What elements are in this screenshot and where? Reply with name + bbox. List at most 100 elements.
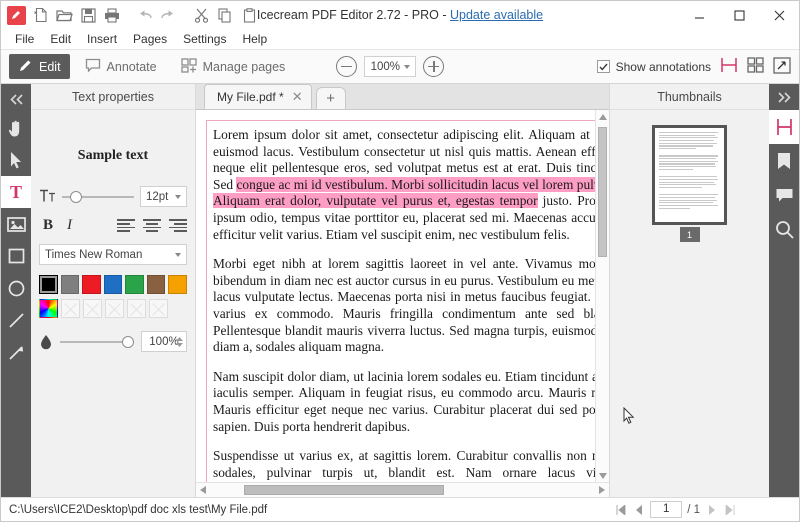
scroll-left-arrow[interactable]	[196, 486, 210, 494]
pdf-text-block[interactable]: Lorem ipsum dolor sit amet, consectetur …	[206, 120, 595, 482]
bookmark-icon[interactable]	[769, 144, 799, 178]
color-swatch-black[interactable]	[39, 275, 58, 294]
hand-tool-button[interactable]	[1, 112, 31, 144]
show-annotations-checkbox[interactable]	[596, 60, 610, 73]
print-icon[interactable]	[101, 4, 123, 26]
horizontal-scrollbar[interactable]	[196, 482, 609, 497]
opacity-slider[interactable]	[60, 335, 134, 349]
color-swatch-blue[interactable]	[103, 275, 123, 294]
zoom-out-button[interactable]	[336, 56, 358, 77]
font-size-slider[interactable]	[62, 190, 134, 204]
pages-panel-icon[interactable]	[769, 110, 799, 144]
collapse-left-panel-button[interactable]	[1, 86, 31, 112]
font-size-value: 12pt	[146, 190, 169, 203]
scroll-right-arrow[interactable]	[595, 486, 609, 494]
new-tab-button[interactable]: +	[315, 87, 346, 109]
vertical-scroll-thumb[interactable]	[598, 127, 607, 257]
opacity-value-input[interactable]: 100%	[141, 331, 187, 352]
line-tool-button[interactable]	[1, 304, 31, 336]
color-swatch-orange[interactable]	[168, 275, 188, 294]
left-tool-rail: T	[1, 84, 31, 497]
close-button[interactable]	[759, 1, 799, 29]
open-folder-icon[interactable]	[53, 4, 75, 26]
update-available-link[interactable]: Update available	[450, 8, 543, 22]
menu-file[interactable]: File	[7, 30, 42, 48]
menu-help[interactable]: Help	[234, 30, 275, 48]
text-tool-button[interactable]: T	[1, 176, 31, 208]
color-swatch-gray[interactable]	[60, 275, 80, 294]
search-icon[interactable]	[769, 212, 799, 246]
grid-view-icon[interactable]	[747, 57, 764, 76]
cut-icon[interactable]	[190, 4, 212, 26]
align-center-icon[interactable]	[143, 219, 161, 233]
italic-button[interactable]: I	[67, 217, 72, 234]
image-tool-button[interactable]	[1, 208, 31, 240]
font-family-select[interactable]: Times New Roman	[39, 244, 187, 265]
next-page-button[interactable]	[705, 503, 718, 517]
thumbnail-page-1[interactable]	[652, 125, 727, 225]
ellipse-tool-button[interactable]	[1, 272, 31, 304]
menu-edit[interactable]: Edit	[42, 30, 79, 48]
last-page-button[interactable]	[723, 503, 736, 517]
custom-color-slot[interactable]	[105, 299, 124, 318]
scroll-down-arrow[interactable]	[596, 469, 609, 482]
maximize-button[interactable]	[719, 1, 759, 29]
undo-icon[interactable]	[133, 4, 155, 26]
zoom-level-value: 100%	[370, 60, 400, 73]
current-page-input[interactable]: 1	[650, 501, 683, 518]
main-toolbar: Edit Annotate Manage pages 100% Show ann…	[1, 49, 799, 84]
mode-annotate-button[interactable]: Annotate	[76, 54, 166, 79]
custom-color-slot[interactable]	[83, 299, 102, 318]
mode-manage-pages-button[interactable]: Manage pages	[172, 54, 295, 79]
rectangle-tool-button[interactable]	[1, 240, 31, 272]
color-swatch-green[interactable]	[125, 275, 144, 294]
vertical-scrollbar[interactable]	[595, 110, 609, 482]
new-file-icon[interactable]	[29, 4, 51, 26]
thumbnail-list: 1	[610, 110, 769, 497]
show-annotations-toggle[interactable]: Show annotations	[596, 60, 711, 74]
color-swatch-red[interactable]	[82, 275, 101, 294]
status-bar: C:\Users\ICE2\Desktop\pdf doc xls test\M…	[1, 497, 799, 521]
bold-button[interactable]: B	[43, 217, 53, 234]
minimize-button[interactable]	[679, 1, 719, 29]
close-icon[interactable]: ✕	[292, 89, 303, 105]
color-swatch-brown[interactable]	[146, 275, 166, 294]
menu-settings[interactable]: Settings	[175, 30, 234, 48]
custom-color-slot[interactable]	[149, 299, 168, 318]
align-left-icon[interactable]	[117, 219, 135, 233]
horizontal-scroll-thumb[interactable]	[244, 485, 444, 495]
page-navigation: 1 / 1	[614, 501, 791, 518]
paste-icon[interactable]	[238, 4, 260, 26]
file-path-label: C:\Users\ICE2\Desktop\pdf doc xls test\M…	[9, 503, 268, 516]
menu-pages[interactable]: Pages	[125, 30, 175, 48]
first-page-button[interactable]	[614, 503, 627, 517]
scroll-up-arrow[interactable]	[596, 110, 609, 123]
single-page-view-icon[interactable]	[720, 57, 738, 76]
opacity-stepper[interactable]	[176, 336, 183, 347]
redo-icon[interactable]	[157, 4, 179, 26]
collapse-right-panel-button[interactable]	[769, 84, 799, 110]
thumbnails-panel: Thumbnails 1	[609, 84, 769, 497]
save-icon[interactable]	[77, 4, 99, 26]
arrow-tool-button[interactable]	[1, 336, 31, 368]
custom-color-slot[interactable]	[61, 299, 80, 318]
custom-color-slot[interactable]	[127, 299, 146, 318]
tab-my-file-pdf[interactable]: My File.pdf * ✕	[204, 84, 312, 109]
comment-icon[interactable]	[769, 178, 799, 212]
select-tool-button[interactable]	[1, 144, 31, 176]
copy-icon[interactable]	[214, 4, 236, 26]
mode-edit-button[interactable]: Edit	[9, 54, 70, 79]
zoom-level-select[interactable]: 100%	[364, 56, 417, 77]
fullscreen-view-icon[interactable]	[773, 56, 791, 77]
menu-insert[interactable]: Insert	[79, 30, 125, 48]
zoom-in-button[interactable]	[423, 56, 445, 77]
color-picker-icon[interactable]	[39, 299, 58, 318]
previous-page-button[interactable]	[632, 503, 645, 517]
thumbnails-title: Thumbnails	[610, 84, 769, 110]
total-pages-label: / 1	[687, 503, 700, 516]
align-right-icon[interactable]	[169, 219, 187, 233]
font-size-select[interactable]: 12pt	[140, 186, 187, 207]
mode-annotate-label: Annotate	[106, 59, 157, 74]
pdf-page[interactable]: Lorem ipsum dolor sit amet, consectetur …	[196, 110, 595, 482]
comment-icon	[85, 58, 101, 76]
